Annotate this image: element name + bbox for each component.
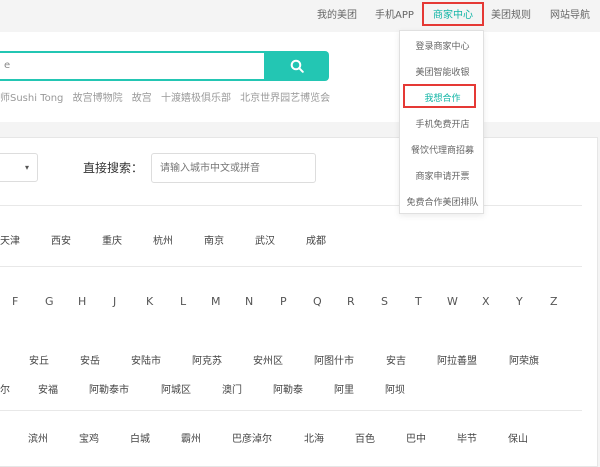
merchant-center-dropdown: 登录商家中心 美团智能收银 我想合作 手机免费开店 餐饮代理商招募 商家申请开票…: [399, 30, 484, 214]
dropdown-item-queue[interactable]: 免费合作美团排队: [400, 195, 485, 208]
search-input-value: e: [4, 60, 11, 71]
hot-city-link[interactable]: 杭州: [153, 232, 173, 247]
direct-search-label: 直接搜索：: [83, 161, 144, 175]
letter-tab[interactable]: X: [482, 295, 490, 308]
chevron-down-icon: ▾: [24, 163, 29, 172]
city-link[interactable]: 阿坝: [385, 381, 405, 396]
letter-tab[interactable]: Z: [550, 295, 558, 308]
city-link[interactable]: 白城: [130, 430, 150, 445]
letter-tab[interactable]: H: [78, 295, 86, 308]
city-link[interactable]: 安吉: [386, 352, 406, 367]
letter-tab[interactable]: L: [180, 295, 186, 308]
city-link[interactable]: 阿里: [334, 381, 354, 396]
hot-search-words: 师Sushi Tong 故宫博物院 故宫 十渡嬉极俱乐部 北京世界园艺博览会: [0, 89, 336, 104]
city-link[interactable]: 安福: [38, 381, 58, 396]
city-link[interactable]: 安州区: [253, 352, 283, 367]
letter-tab[interactable]: R: [347, 295, 355, 308]
city-link[interactable]: 阿图什市: [314, 352, 354, 367]
letter-tab[interactable]: Q: [313, 295, 322, 308]
letter-tab[interactable]: S: [381, 295, 388, 308]
search-button[interactable]: [264, 51, 329, 81]
dropdown-item-login[interactable]: 登录商家中心: [400, 39, 485, 52]
dropdown-item-invoice[interactable]: 商家申请开票: [400, 169, 485, 182]
hot-city-link[interactable]: 天津: [0, 232, 20, 247]
letter-tab[interactable]: F: [12, 295, 18, 308]
dropdown-item-agent[interactable]: 餐饮代理商招募: [400, 143, 485, 156]
letter-tab[interactable]: Y: [516, 295, 523, 308]
city-link[interactable]: 尔: [0, 381, 10, 396]
city-link[interactable]: 安陆市: [131, 352, 161, 367]
search-input[interactable]: e: [0, 51, 264, 81]
hot-city-link[interactable]: 西安: [51, 232, 71, 247]
letter-tab[interactable]: K: [146, 295, 153, 308]
city-link[interactable]: 阿勒泰市: [89, 381, 129, 396]
city-link[interactable]: 澳门: [222, 381, 242, 396]
city-link[interactable]: 百色: [355, 430, 375, 445]
city-link[interactable]: 安丘: [29, 352, 49, 367]
city-link[interactable]: 阿克苏: [192, 352, 222, 367]
topnav-my-meituan[interactable]: 我的美团: [317, 0, 357, 32]
hot-city-link[interactable]: 重庆: [102, 232, 122, 247]
merchant-center-highlight: [422, 2, 484, 26]
city-link[interactable]: 霸州: [181, 430, 201, 445]
city-link[interactable]: 保山: [508, 430, 528, 445]
search-icon: [290, 59, 304, 73]
city-link[interactable]: 阿荣旗: [509, 352, 539, 367]
hot-city-link[interactable]: 南京: [204, 232, 224, 247]
city-link[interactable]: 巴彦淖尔: [232, 430, 272, 445]
hot-word[interactable]: 十渡嬉极俱乐部: [161, 93, 231, 104]
province-select[interactable]: ▾: [0, 153, 38, 182]
hot-city-link[interactable]: 成都: [306, 232, 326, 247]
topnav-rules[interactable]: 美团规则: [491, 0, 531, 32]
dropdown-item-cashier[interactable]: 美团智能收银: [400, 65, 485, 78]
city-link[interactable]: 毕节: [457, 430, 477, 445]
city-link[interactable]: 阿拉善盟: [437, 352, 477, 367]
letter-tab[interactable]: G: [45, 295, 54, 308]
city-link[interactable]: 阿城区: [161, 381, 191, 396]
city-link[interactable]: 巴中: [406, 430, 426, 445]
letter-tab[interactable]: J: [113, 295, 116, 308]
city-panel: [0, 137, 598, 467]
city-search-input[interactable]: [151, 153, 316, 183]
dropdown-item-open-store[interactable]: 手机免费开店: [400, 117, 485, 130]
city-link[interactable]: 安岳: [80, 352, 100, 367]
letter-tab[interactable]: T: [415, 295, 422, 308]
topnav-mobile-app[interactable]: 手机APP: [375, 0, 414, 32]
divider: [0, 205, 582, 206]
top-bar: 我的美团 手机APP 商家中心 美团规则 网站导航: [0, 0, 600, 32]
hot-word[interactable]: 北京世界园艺博览会: [240, 93, 330, 104]
cooperate-highlight: [403, 84, 476, 108]
city-link[interactable]: 宝鸡: [79, 430, 99, 445]
city-link[interactable]: 滨州: [28, 430, 48, 445]
hot-word[interactable]: 故宫博物院: [73, 93, 123, 104]
topnav-site-nav[interactable]: 网站导航: [550, 0, 590, 32]
letter-tab[interactable]: W: [447, 295, 458, 308]
letter-tab[interactable]: P: [280, 295, 287, 308]
city-link[interactable]: 北海: [304, 430, 324, 445]
divider: [0, 266, 582, 267]
hot-word[interactable]: 故宫: [132, 93, 152, 104]
divider: [0, 410, 582, 411]
letter-tab[interactable]: N: [245, 295, 253, 308]
hot-word[interactable]: 师Sushi Tong: [0, 93, 63, 104]
hot-city-link[interactable]: 武汉: [255, 232, 275, 247]
letter-tab[interactable]: M: [211, 295, 221, 308]
city-link[interactable]: 阿勒泰: [273, 381, 303, 396]
